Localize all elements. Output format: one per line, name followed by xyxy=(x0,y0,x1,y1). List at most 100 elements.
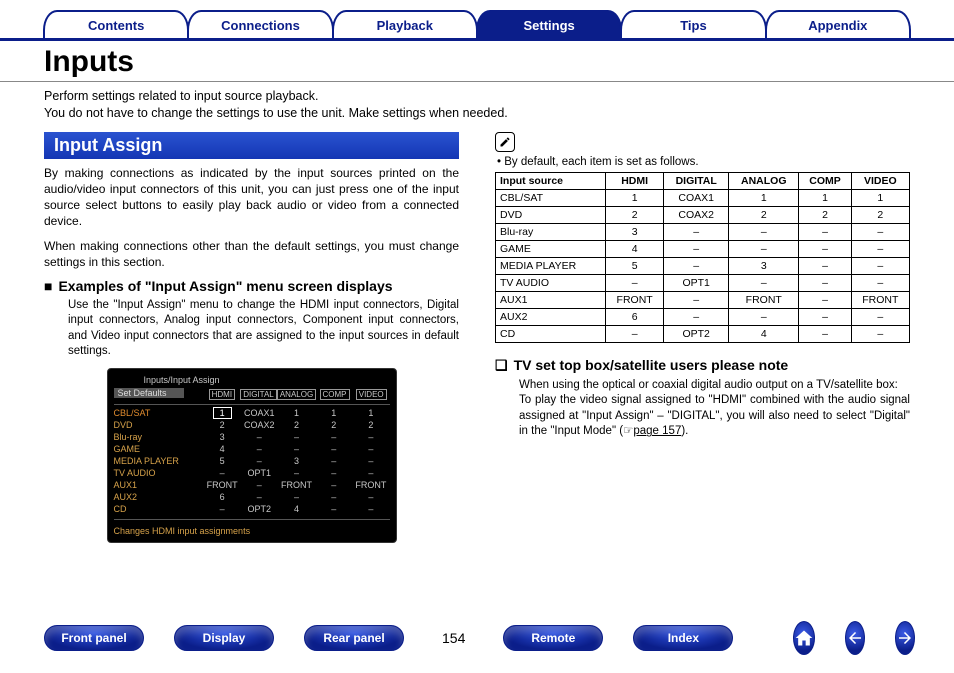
table-cell: GAME xyxy=(496,240,606,257)
table-cell: – xyxy=(606,325,664,342)
menu-cell: 2 xyxy=(204,420,241,430)
table-row: AUX26–––– xyxy=(496,308,910,325)
tab-connections[interactable]: Connections xyxy=(187,10,333,38)
table-cell: – xyxy=(664,291,729,308)
set-defaults-button: Set Defaults xyxy=(114,388,184,398)
display-button[interactable]: Display xyxy=(174,625,274,651)
menu-col-comp: COMP xyxy=(320,389,350,400)
home-button[interactable] xyxy=(793,621,815,655)
col-input-source: Input source xyxy=(496,172,606,189)
menu-row-label: CBL/SAT xyxy=(114,408,204,418)
menu-cell: – xyxy=(352,432,389,442)
remote-button[interactable]: Remote xyxy=(503,625,603,651)
menu-cell: FRONT xyxy=(278,480,315,490)
menu-cell: COAX1 xyxy=(241,408,278,418)
table-cell: – xyxy=(664,308,729,325)
examples-heading: ■ Examples of "Input Assign" menu screen… xyxy=(44,278,459,294)
table-cell: – xyxy=(729,240,799,257)
page-157-link[interactable]: page 157 xyxy=(633,425,681,437)
table-cell: CD xyxy=(496,325,606,342)
tv-note-text-post: ). xyxy=(681,425,688,437)
table-cell: TV AUDIO xyxy=(496,274,606,291)
table-cell: – xyxy=(664,257,729,274)
table-cell: OPT1 xyxy=(664,274,729,291)
table-row: CD–OPT24–– xyxy=(496,325,910,342)
col-hdmi: HDMI xyxy=(606,172,664,189)
table-cell: 1 xyxy=(606,189,664,206)
col-comp: COMP xyxy=(799,172,851,189)
tab-contents[interactable]: Contents xyxy=(43,10,189,38)
tab-playback[interactable]: Playback xyxy=(332,10,478,38)
page-number: 154 xyxy=(434,630,473,646)
table-cell: – xyxy=(729,274,799,291)
table-cell: MEDIA PLAYER xyxy=(496,257,606,274)
menu-cell: OPT2 xyxy=(241,504,278,514)
table-row: AUX1FRONT–FRONT–FRONT xyxy=(496,291,910,308)
menu-cell: OPT1 xyxy=(241,468,278,478)
tab-tips[interactable]: Tips xyxy=(620,10,766,38)
menu-cell: – xyxy=(241,456,278,466)
menu-row: Blu-ray3–––– xyxy=(114,431,390,443)
next-page-button[interactable] xyxy=(895,621,915,655)
menu-cell: COAX2 xyxy=(241,420,278,430)
table-cell: – xyxy=(851,240,909,257)
table-cell: – xyxy=(799,257,851,274)
menu-col-digital: DIGITAL xyxy=(240,389,277,400)
menu-cell: – xyxy=(352,504,389,514)
table-cell: – xyxy=(851,308,909,325)
intro-line-1: Perform settings related to input source… xyxy=(44,89,318,103)
table-cell: AUX1 xyxy=(496,291,606,308)
menu-row-label: Blu-ray xyxy=(114,432,204,442)
menu-row: DVD2COAX2222 xyxy=(114,419,390,431)
front-panel-button[interactable]: Front panel xyxy=(44,625,144,651)
menu-cell: 4 xyxy=(204,444,241,454)
menu-cell: 1 xyxy=(204,408,241,418)
footer-bar: Front panel Display Rear panel 154 Remote I… xyxy=(0,621,954,655)
table-cell: – xyxy=(664,223,729,240)
menu-cell: – xyxy=(278,468,315,478)
menu-cell: – xyxy=(315,480,352,490)
table-cell: – xyxy=(851,223,909,240)
menu-cell: – xyxy=(204,504,241,514)
menu-row: CBL/SAT1COAX1111 xyxy=(114,407,390,419)
table-cell: OPT2 xyxy=(664,325,729,342)
menu-cell: 1 xyxy=(352,408,389,418)
intro-text: Perform settings related to input source… xyxy=(0,88,954,132)
menu-cell: 2 xyxy=(352,420,389,430)
table-cell: 2 xyxy=(606,206,664,223)
tv-note-heading: ❏ TV set top box/satellite users please … xyxy=(495,357,910,374)
tv-note-text-pre: To play the video signal assigned to "HD… xyxy=(519,394,910,437)
examples-para: Use the "Input Assign" menu to change th… xyxy=(44,298,459,360)
examples-heading-text: Examples of "Input Assign" menu screen d… xyxy=(58,278,392,294)
table-cell: 3 xyxy=(606,223,664,240)
rear-panel-button[interactable]: Rear panel xyxy=(304,625,404,651)
table-cell: CBL/SAT xyxy=(496,189,606,206)
table-cell: – xyxy=(799,291,851,308)
pointer-icon: ☞ xyxy=(623,425,633,437)
menu-row: CD–OPT24–– xyxy=(114,503,390,515)
prev-page-button[interactable] xyxy=(845,621,865,655)
square-bullet-icon: ■ xyxy=(44,278,52,294)
menu-row-label: GAME xyxy=(114,444,204,454)
input-assign-para-1: By making connections as indicated by th… xyxy=(44,165,459,230)
col-video: VIDEO xyxy=(851,172,909,189)
index-button[interactable]: Index xyxy=(633,625,733,651)
table-cell: 2 xyxy=(851,206,909,223)
table-cell: – xyxy=(799,223,851,240)
menu-breadcrumb: Inputs/Input Assign xyxy=(114,373,390,388)
table-cell: – xyxy=(729,223,799,240)
menu-row: GAME4–––– xyxy=(114,443,390,455)
table-cell: Blu-ray xyxy=(496,223,606,240)
tab-appendix[interactable]: Appendix xyxy=(765,10,911,38)
menu-cell: 6 xyxy=(204,492,241,502)
tab-settings[interactable]: Settings xyxy=(476,10,622,38)
table-cell: FRONT xyxy=(606,291,664,308)
left-column: Input Assign By making connections as in… xyxy=(44,132,459,543)
table-cell: COAX1 xyxy=(664,189,729,206)
intro-line-2: You do not have to change the settings t… xyxy=(44,106,508,120)
menu-row-label: CD xyxy=(114,504,204,514)
col-analog: ANALOG xyxy=(729,172,799,189)
menu-cell: 2 xyxy=(278,420,315,430)
menu-cell: – xyxy=(241,480,278,490)
menu-cell: – xyxy=(352,468,389,478)
